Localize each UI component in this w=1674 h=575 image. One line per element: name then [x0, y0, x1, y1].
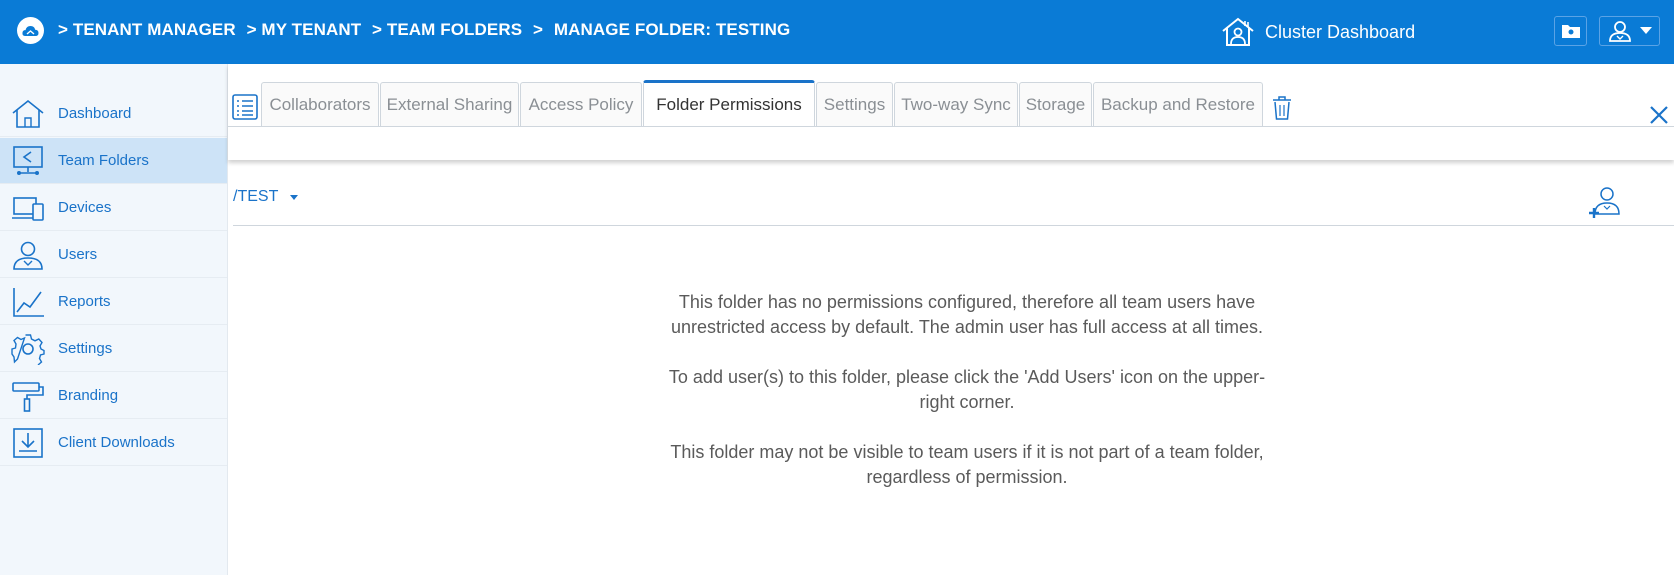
sidebar-item-label: Settings [58, 340, 113, 357]
sidebar: Dashboard Team Folders Devices Users Rep… [0, 64, 228, 575]
trash-icon[interactable] [1272, 96, 1292, 120]
close-icon[interactable] [1648, 104, 1670, 126]
breadcrumb: > TENANT MANAGER > MY TENANT > TEAM FOLD… [58, 20, 796, 40]
caret-down-icon [290, 194, 299, 200]
logo-icon[interactable] [17, 17, 44, 44]
sidebar-item-users[interactable]: Users [0, 232, 227, 278]
user-menu-button[interactable] [1599, 16, 1660, 46]
user-icon [1608, 21, 1631, 42]
sidebar-item-label: Users [58, 246, 98, 263]
sidebar-item-devices[interactable]: Devices [0, 185, 227, 231]
breadcrumb-tenant-manager[interactable]: > TENANT MANAGER [58, 20, 236, 39]
sidebar-item-label: Reports [58, 293, 111, 310]
top-bar: > TENANT MANAGER > MY TENANT > TEAM FOLD… [0, 0, 1674, 64]
tab-folder-permissions[interactable]: Folder Permissions [643, 80, 815, 126]
tab-two-way-sync[interactable]: Two-way Sync [894, 82, 1018, 126]
sidebar-item-label: Devices [58, 199, 112, 216]
tab-storage[interactable]: Storage [1019, 82, 1092, 126]
breadcrumb-current-folder: MANAGE FOLDER: TESTING [553, 20, 791, 39]
sidebar-item-settings[interactable]: Settings [0, 326, 227, 372]
cluster-home-icon [1222, 17, 1254, 46]
download-icon [13, 428, 43, 458]
breadcrumb-separator: > [533, 20, 544, 39]
tab-settings[interactable]: Settings [816, 82, 893, 126]
devices-icon [12, 197, 44, 221]
message-visibility-note: This folder may not be visible to team u… [670, 442, 1264, 487]
reports-icon [13, 288, 44, 317]
tab-backup-and-restore[interactable]: Backup and Restore [1093, 82, 1263, 126]
sidebar-item-label: Dashboard [58, 105, 132, 122]
tab-collaborators[interactable]: Collaborators [261, 82, 379, 126]
sidebar-item-label: Branding [58, 387, 119, 404]
breadcrumb-team-folders[interactable]: > TEAM FOLDERS [372, 20, 522, 39]
sidebar-item-team-folders[interactable]: Team Folders [0, 138, 227, 184]
tab-external-sharing[interactable]: External Sharing [380, 82, 519, 126]
breadcrumb-my-tenant[interactable]: > MY TENANT [247, 20, 362, 39]
add-users-icon[interactable] [1588, 186, 1622, 218]
folder-icon [1561, 25, 1580, 38]
message-no-permissions: This folder has no permissions configure… [671, 292, 1263, 337]
folder-button[interactable] [1554, 16, 1587, 46]
sidebar-item-dashboard[interactable]: Dashboard [0, 91, 227, 137]
sidebar-item-branding[interactable]: Branding [0, 373, 227, 419]
users-icon [13, 241, 43, 270]
sidebar-item-label: Client Downloads [58, 434, 175, 451]
sidebar-item-client-downloads[interactable]: Client Downloads [0, 420, 227, 466]
team-folders-icon [13, 146, 43, 175]
list-view-icon[interactable] [232, 94, 258, 120]
paint-roller-icon [12, 382, 44, 412]
path-selector[interactable]: /TEST [233, 188, 299, 206]
sidebar-item-reports[interactable]: Reports [0, 279, 227, 325]
path-divider [233, 225, 1674, 226]
chevron-down-icon [1639, 27, 1652, 34]
gear-icon [11, 334, 45, 365]
home-icon [12, 99, 44, 128]
tab-bar: Collaborators External Sharing Access Po… [228, 64, 1674, 160]
empty-permissions-message: This folder has no permissions configure… [660, 290, 1274, 515]
current-path: /TEST [233, 188, 279, 205]
tab-baseline [228, 126, 1674, 127]
cluster-dashboard-link[interactable]: Cluster Dashboard [1221, 17, 1415, 47]
cluster-dashboard-label: Cluster Dashboard [1265, 21, 1416, 42]
message-add-users-hint: To add user(s) to this folder, please cl… [668, 367, 1266, 412]
tab-access-policy[interactable]: Access Policy [520, 82, 642, 126]
sidebar-item-label: Team Folders [58, 152, 149, 169]
